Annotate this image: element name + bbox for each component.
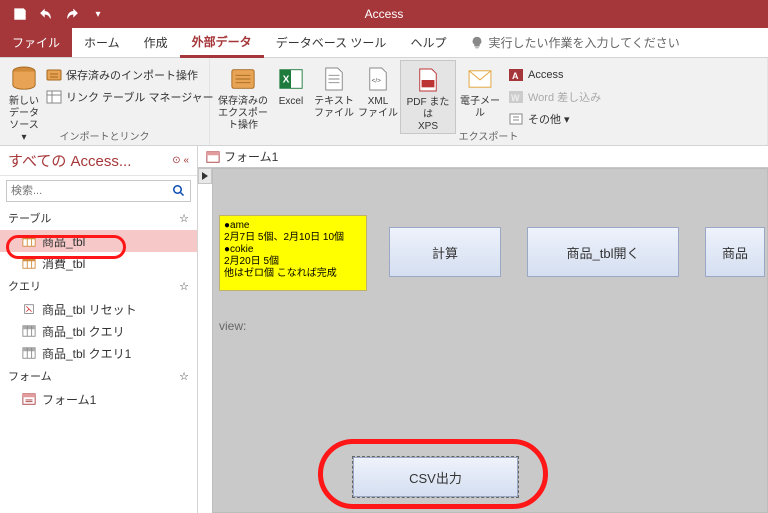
saved-exports-icon (227, 64, 259, 94)
xml-file-icon: </> (362, 64, 394, 94)
saved-exports-button[interactable]: 保存済みの エクスポート操作 (216, 60, 270, 132)
ribbon-group-label: インポートとリンク (0, 128, 209, 143)
form-icon (22, 392, 36, 406)
excel-icon: X (275, 64, 307, 94)
calculate-button[interactable]: 計算 (389, 227, 501, 277)
lightbulb-icon (470, 36, 484, 50)
collapse-icon: ☆ (179, 370, 189, 383)
action-query-icon (22, 302, 36, 316)
current-record-icon (202, 172, 208, 180)
tab-file[interactable]: ファイル (0, 28, 72, 57)
app-title: Access (365, 7, 404, 21)
saved-import-icon (46, 67, 62, 83)
word-icon: W (508, 89, 524, 105)
open-item-table-button[interactable]: 商品_tbl開く (527, 227, 679, 277)
nav-item-query-2[interactable]: 商品_tbl クエリ1 (0, 342, 197, 364)
database-icon (8, 64, 40, 94)
nav-item-query-1[interactable]: 商品_tbl クエリ (0, 320, 197, 342)
quick-access-toolbar: ▾ Access (0, 0, 768, 28)
nav-item-shouhi-tbl[interactable]: 消費_tbl (0, 252, 197, 274)
nav-item-shouhin-tbl[interactable]: 商品_tbl (0, 230, 197, 252)
qat-customize-icon[interactable]: ▾ (86, 3, 110, 25)
save-icon[interactable] (8, 3, 32, 25)
nav-search (6, 180, 191, 202)
export-excel-button[interactable]: X Excel (270, 60, 312, 108)
ribbon-group-label: エクスポート (210, 128, 767, 143)
undo-icon[interactable] (34, 3, 58, 25)
email-icon (464, 64, 496, 94)
nav-search-input[interactable] (7, 181, 168, 201)
export-email-button[interactable]: 電子メール (456, 60, 504, 120)
svg-text:X: X (283, 75, 290, 86)
tab-create[interactable]: 作成 (132, 28, 180, 57)
nav-item-form1[interactable]: フォーム1 (0, 388, 197, 410)
nav-pane-header[interactable]: すべての Access... ⊙ « (0, 146, 197, 176)
export-other-button[interactable]: その他 ▾ (504, 108, 605, 130)
text-file-icon (318, 64, 350, 94)
form-tab[interactable]: フォーム1 (198, 146, 768, 168)
link-table-icon (46, 89, 62, 105)
svg-text:</>: </> (372, 78, 382, 85)
tell-me-search[interactable]: 実行したい作業を入力してください (458, 28, 679, 57)
chevron-down-icon: ⊙ « (172, 155, 189, 166)
search-icon[interactable] (168, 181, 190, 201)
nav-category-queries[interactable]: クエリ ☆ (0, 274, 197, 298)
query-icon (22, 324, 36, 338)
item-button[interactable]: 商品 (705, 227, 765, 277)
table-icon (22, 256, 36, 270)
note-label: ●ame 2月7日 5個、2月10日 10個 ●cokie 2月20日 5個 他… (219, 215, 367, 291)
svg-text:A: A (512, 71, 519, 81)
redo-icon[interactable] (60, 3, 84, 25)
access-icon: A (508, 67, 524, 83)
saved-imports-button[interactable]: 保存済みのインポート操作 (42, 64, 218, 86)
export-pdf-xps-button[interactable]: PDF または XPS (400, 60, 456, 134)
export-text-button[interactable]: テキスト ファイル (312, 60, 356, 120)
tab-external-data[interactable]: 外部データ (180, 28, 264, 58)
table-icon (22, 234, 36, 248)
link-table-manager-button[interactable]: リンク テーブル マネージャー (42, 86, 218, 108)
collapse-icon: ☆ (179, 280, 189, 293)
svg-text:W: W (511, 93, 520, 103)
form-icon (206, 150, 220, 164)
navigation-pane: すべての Access... ⊙ « テーブル ☆ 商品_tbl 消費_tbl … (0, 146, 198, 513)
ribbon-tabs: ファイル ホーム 作成 外部データ データベース ツール ヘルプ 実行したい作業… (0, 28, 768, 58)
other-export-icon (508, 111, 524, 127)
ribbon: 新しいデータ ソース ▾ 保存済みのインポート操作 リンク テーブル マネージャ… (0, 58, 768, 146)
nav-category-tables[interactable]: テーブル ☆ (0, 206, 197, 230)
query-icon (22, 346, 36, 360)
form-body: ●ame 2月7日 5個、2月10日 10個 ●cokie 2月20日 5個 他… (212, 168, 768, 513)
collapse-icon: ☆ (179, 212, 189, 225)
tab-help[interactable]: ヘルプ (398, 28, 458, 57)
content-area: すべての Access... ⊙ « テーブル ☆ 商品_tbl 消費_tbl … (0, 146, 768, 513)
pdf-icon (412, 65, 444, 95)
csv-export-button[interactable]: CSV出力 (353, 457, 518, 497)
export-xml-button[interactable]: </> XML ファイル (356, 60, 400, 120)
ribbon-group-import: 新しいデータ ソース ▾ 保存済みのインポート操作 リンク テーブル マネージャ… (0, 58, 210, 145)
record-selector[interactable] (198, 168, 212, 184)
export-word-merge-button[interactable]: W Word 差し込み (504, 86, 605, 108)
nav-item-query-reset[interactable]: 商品_tbl リセット (0, 298, 197, 320)
ribbon-group-export: 保存済みの エクスポート操作 X Excel テキスト ファイル </> XML… (210, 58, 768, 145)
export-access-button[interactable]: A Access (504, 64, 605, 86)
form-work-area: フォーム1 ●ame 2月7日 5個、2月10日 10個 ●cokie 2月20… (198, 146, 768, 513)
view-label: view: (219, 319, 246, 333)
tab-database-tools[interactable]: データベース ツール (264, 28, 399, 57)
nav-category-forms[interactable]: フォーム ☆ (0, 364, 197, 388)
tab-home[interactable]: ホーム (72, 28, 132, 57)
